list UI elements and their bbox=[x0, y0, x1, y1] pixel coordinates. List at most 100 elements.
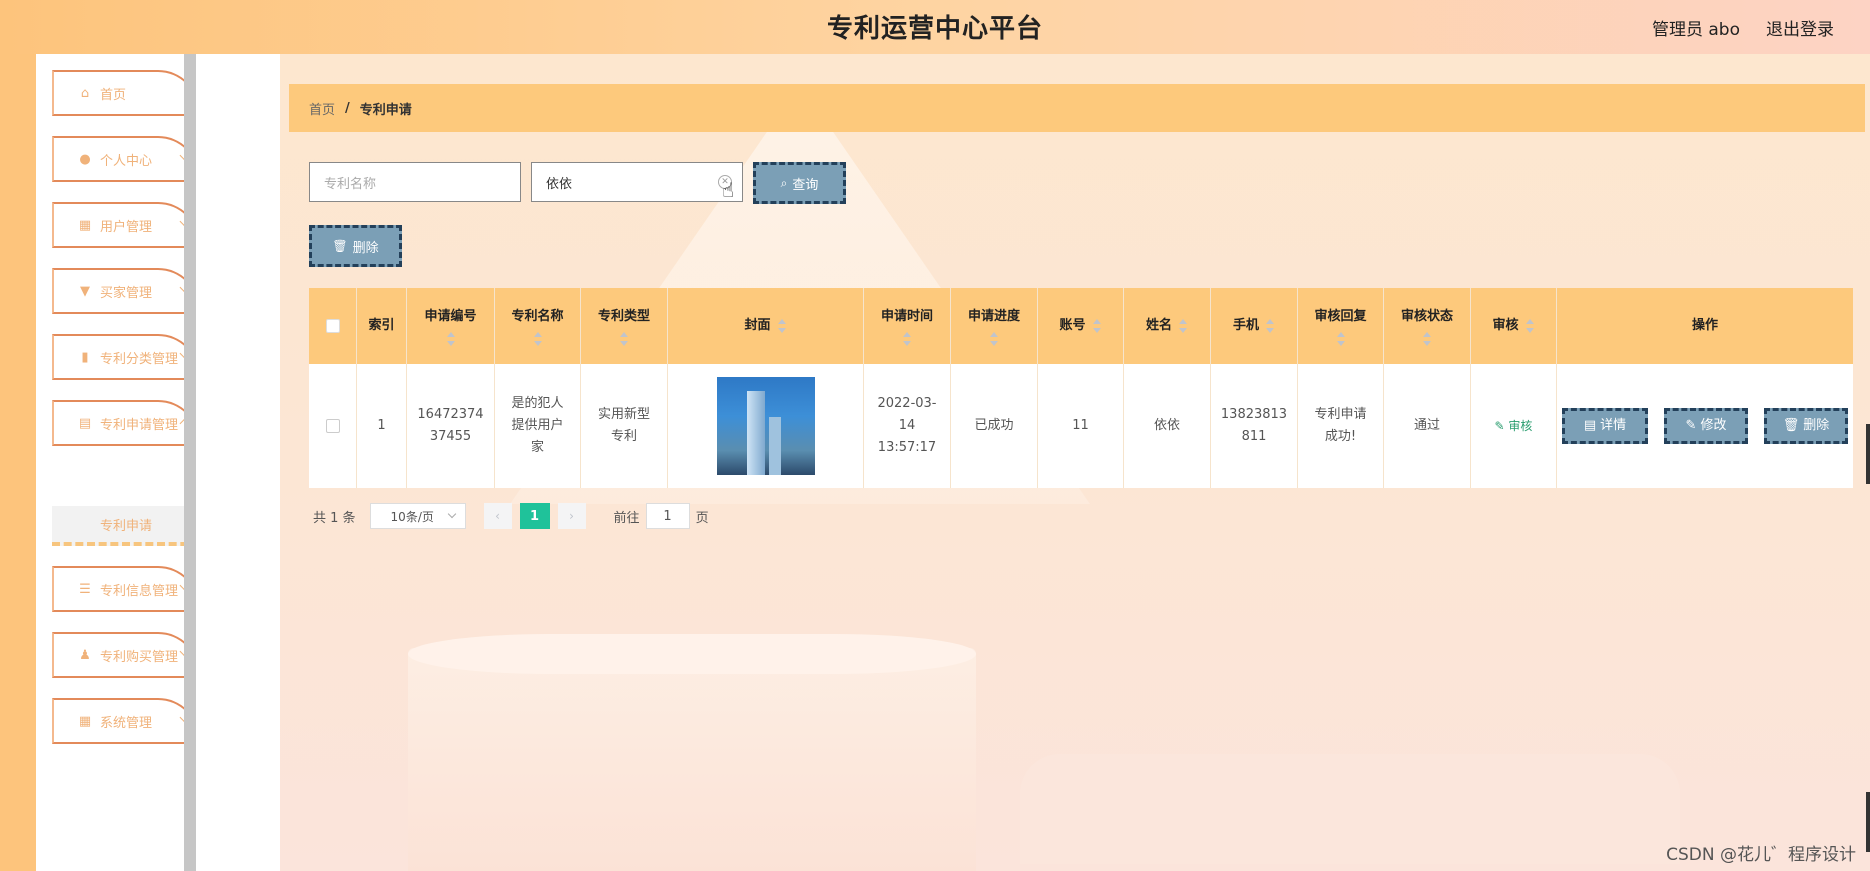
person-icon: ♟ bbox=[79, 647, 91, 663]
audit-link[interactable]: ✎ 审核 bbox=[1495, 415, 1533, 437]
col-name[interactable]: 专利名称 bbox=[495, 288, 581, 364]
sidebar-item-personal-center[interactable]: ● 个人中心 bbox=[52, 136, 200, 182]
col-account[interactable]: 账号 bbox=[1038, 288, 1124, 364]
sidebar-item-home[interactable]: ⌂ 首页 bbox=[52, 70, 200, 116]
sort-icon[interactable] bbox=[1525, 319, 1535, 333]
goto-page-input[interactable]: 1 bbox=[645, 503, 690, 529]
bg-slab bbox=[1020, 754, 1680, 864]
bg-pedestal-top bbox=[408, 634, 976, 674]
cell-account: 11 bbox=[1038, 364, 1124, 488]
cell-audit: ✎ 审核 bbox=[1471, 364, 1557, 488]
sidebar-item-info-management[interactable]: ☰ 专利信息管理 bbox=[52, 566, 200, 612]
cell-app-no: 16472374 37455 bbox=[407, 364, 495, 488]
col-reply[interactable]: 审核回复 bbox=[1298, 288, 1384, 364]
audit-link-label: 审核 bbox=[1508, 419, 1533, 433]
select-all-cell bbox=[309, 288, 357, 364]
grid-icon: ▦ bbox=[78, 217, 92, 233]
patent-name-input[interactable]: 专利名称 bbox=[309, 162, 521, 202]
col-app-no[interactable]: 申请编号 bbox=[407, 288, 495, 364]
col-phone-label: 手机 bbox=[1232, 318, 1259, 333]
sort-icon[interactable] bbox=[533, 332, 543, 346]
sort-icon[interactable] bbox=[989, 332, 999, 346]
col-index: 索引 bbox=[357, 288, 407, 364]
sidebar-rail bbox=[0, 54, 36, 871]
cell-time: 2022-03-14 13:57:17 bbox=[864, 364, 951, 488]
sort-icon[interactable] bbox=[1265, 319, 1275, 333]
col-audit[interactable]: 审核 bbox=[1471, 288, 1557, 364]
sidebar-item-user-management[interactable]: ▦ 用户管理 bbox=[52, 202, 200, 248]
sidebar-item-label: 系统管理 bbox=[100, 715, 153, 731]
sidebar-item-buyer-management[interactable]: ▼ 买家管理 bbox=[52, 268, 200, 314]
sidebar-gap bbox=[196, 54, 280, 871]
sidebar-item-purchase-management[interactable]: ♟ 专利购买管理 bbox=[52, 632, 200, 678]
detail-button[interactable]: ▤ 详情 bbox=[1562, 408, 1648, 444]
next-page-button[interactable]: › bbox=[557, 503, 586, 529]
sort-icon[interactable] bbox=[777, 319, 787, 333]
col-index-label: 索引 bbox=[368, 318, 395, 333]
sidebar-item-application-management[interactable]: ▤ 专利申请管理 bbox=[52, 400, 200, 446]
search-icon: ⌕ bbox=[780, 175, 788, 190]
sort-icon[interactable] bbox=[1336, 332, 1346, 346]
row-checkbox[interactable] bbox=[325, 419, 340, 433]
clipboard-icon: ▤ bbox=[78, 415, 92, 431]
col-status[interactable]: 审核状态 bbox=[1384, 288, 1471, 364]
col-person[interactable]: 姓名 bbox=[1124, 288, 1211, 364]
sidebar-item-label: 专利申请管理 bbox=[100, 417, 179, 433]
sidebar: ⌂ 首页 ● 个人中心 ▦ 用户管理 ▼ 买家管理 ▮ 专利分类管理 ▤ 专利申… bbox=[36, 54, 200, 871]
sort-icon[interactable] bbox=[619, 332, 629, 346]
prev-page-button[interactable]: ‹ bbox=[483, 503, 512, 529]
col-progress[interactable]: 申请进度 bbox=[951, 288, 1038, 364]
sort-icon[interactable] bbox=[902, 332, 912, 346]
sidebar-item-system-management[interactable]: ▦ 系统管理 bbox=[52, 698, 200, 744]
app-title: 专利运营中心平台 bbox=[826, 14, 1043, 44]
sort-icon[interactable] bbox=[1422, 332, 1432, 346]
col-account-label: 账号 bbox=[1059, 318, 1086, 333]
cell-type: 实用新型专利 bbox=[581, 364, 668, 488]
batch-delete-button[interactable]: 🗑 删除 bbox=[309, 225, 402, 267]
col-name-label: 专利名称 bbox=[511, 309, 564, 324]
cover-tower bbox=[746, 391, 765, 475]
user-icon: ● bbox=[79, 151, 91, 167]
page-size-select[interactable]: 10条/页 bbox=[369, 503, 466, 529]
col-phone[interactable]: 手机 bbox=[1211, 288, 1298, 364]
select-all-checkbox[interactable] bbox=[325, 319, 340, 333]
home-icon: ⌂ bbox=[80, 85, 90, 101]
chevron-down-icon bbox=[447, 509, 456, 519]
col-time[interactable]: 申请时间 bbox=[864, 288, 951, 364]
sidebar-item-label: 专利购买管理 bbox=[100, 649, 179, 665]
sidebar-scrollbar[interactable] bbox=[184, 54, 196, 871]
sidebar-item-label: 首页 bbox=[100, 87, 127, 103]
sort-icon[interactable] bbox=[1092, 319, 1102, 333]
col-cover[interactable]: 封面 bbox=[668, 288, 864, 364]
document-icon: ▤ bbox=[1583, 418, 1597, 433]
delete-button[interactable]: 🗑 删除 bbox=[1764, 408, 1848, 444]
table-row: 1 16472374 37455 是的犯人提供用户家 实用新型专利 2022-0… bbox=[309, 364, 1853, 488]
watermark: CSDN @花儿゛程序设计 bbox=[1666, 845, 1856, 865]
bg-pedestal bbox=[408, 648, 976, 871]
hand-cursor-icon: ☝ bbox=[722, 178, 735, 202]
page-1-button[interactable]: 1 bbox=[519, 503, 550, 529]
page-scrollbar-lower[interactable] bbox=[1866, 792, 1870, 852]
cup-icon: ▼ bbox=[80, 283, 90, 299]
chart-icon: ▮ bbox=[81, 349, 89, 365]
table-header: 索引 申请编号 专利名称 专利类型 封面 申请时间 申请进度 账号 姓名 手机 … bbox=[309, 288, 1853, 364]
col-status-label: 审核状态 bbox=[1400, 309, 1453, 324]
cover-image[interactable] bbox=[716, 377, 815, 475]
page-scrollbar[interactable] bbox=[1866, 424, 1870, 484]
sidebar-subitem-patent-application[interactable]: 专利申请 bbox=[52, 506, 200, 546]
col-type-label: 专利类型 bbox=[597, 309, 650, 324]
goto-label: 前往 bbox=[613, 510, 640, 526]
sort-icon[interactable] bbox=[446, 332, 456, 346]
sidebar-item-label: 专利分类管理 bbox=[100, 351, 179, 367]
logout-link[interactable]: 退出登录 bbox=[1766, 15, 1834, 40]
page-unit-label: 页 bbox=[695, 510, 709, 526]
sidebar-item-category-management[interactable]: ▮ 专利分类管理 bbox=[52, 334, 200, 380]
patent-name-placeholder: 专利名称 bbox=[324, 176, 377, 192]
breadcrumb-home[interactable]: 首页 bbox=[309, 99, 335, 118]
query-button[interactable]: ⌕ 查询 bbox=[753, 162, 846, 204]
col-type[interactable]: 专利类型 bbox=[581, 288, 668, 364]
name-search-input[interactable]: 依依 ✕ bbox=[531, 162, 743, 202]
edit-button[interactable]: ✎ 修改 bbox=[1664, 408, 1748, 444]
cell-person: 依依 bbox=[1124, 364, 1211, 488]
sort-icon[interactable] bbox=[1178, 319, 1188, 333]
